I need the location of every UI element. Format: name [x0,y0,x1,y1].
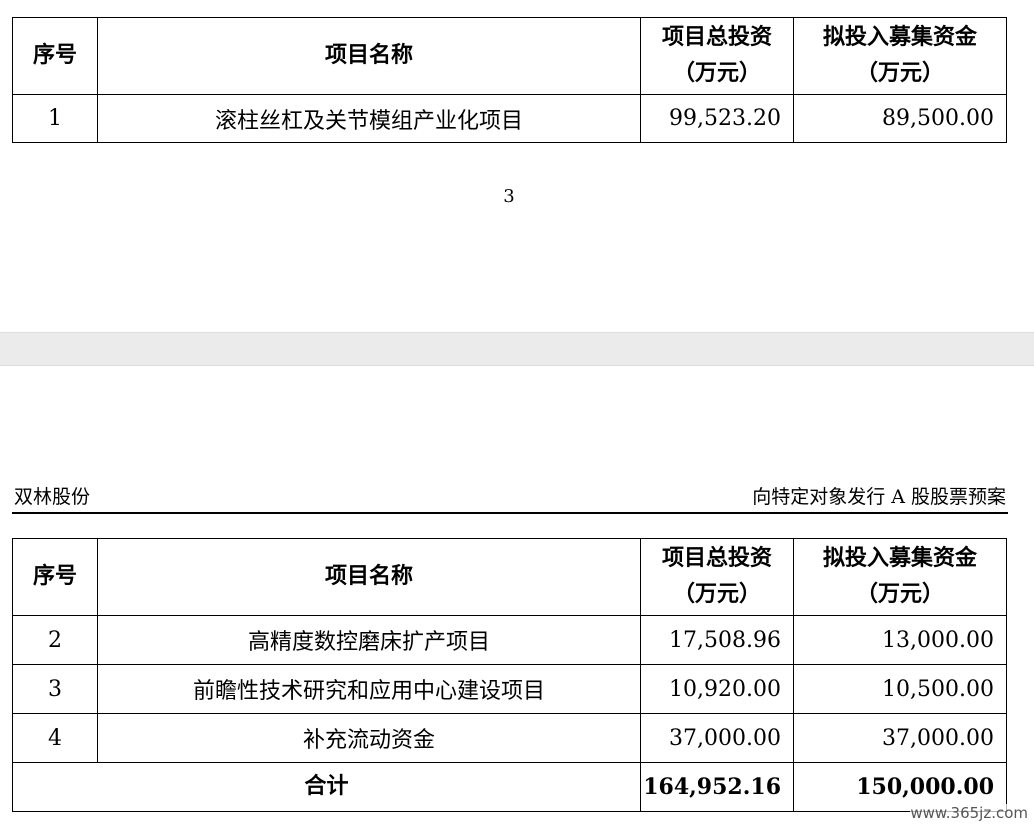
header-raise-line2: （万元） [855,61,944,86]
row-no: 4 [12,713,98,763]
row-name: 滚柱丝杠及关节模组产业化项目 [97,94,641,143]
row-name: 高精度数控磨床扩产项目 [97,615,641,665]
table-header-row: 序号 项目名称 项目总投资 （万元） 拟投入募集资金 （万元） [12,538,1007,616]
header-raise: 拟投入募集资金 （万元） [793,538,1007,616]
header-name: 项目名称 [97,538,641,616]
total-investment: 164,952.16 [640,762,794,812]
header-total: 项目总投资 （万元） [640,17,794,95]
row-raise: 37,000.00 [793,713,1007,763]
page-gap [0,332,1034,366]
header-name: 项目名称 [97,17,641,95]
row-raise: 10,500.00 [793,664,1007,714]
row-name: 前瞻性技术研究和应用中心建设项目 [97,664,641,714]
table-row: 2 高精度数控磨床扩产项目 17,508.96 13,000.00 [12,615,1007,665]
page-header: 双林股份 向特定对象发行 A 股股票预案 [12,482,1008,514]
page-2: 双林股份 向特定对象发行 A 股股票预案 序号 项目名称 项目总投资 （万元） … [0,366,1034,826]
header-total-line1: 项目总投资 [661,25,772,50]
table-row: 1 滚柱丝杠及关节模组产业化项目 99,523.20 89,500.00 [12,94,1007,143]
company-name: 双林股份 [14,486,91,508]
row-raise: 89,500.00 [793,94,1007,143]
total-row: 合计 164,952.16 150,000.00 [12,762,1007,812]
watermark: www.365jz.com [910,804,1028,822]
header-total-line2: （万元） [672,61,761,86]
header-no: 序号 [12,538,98,616]
row-total: 10,920.00 [640,664,794,714]
header-raise-line1: 拟投入募集资金 [822,546,977,571]
row-total: 17,508.96 [640,615,794,665]
table-row: 3 前瞻性技术研究和应用中心建设项目 10,920.00 10,500.00 [12,664,1007,714]
row-no: 2 [12,615,98,665]
header-raise: 拟投入募集资金 （万元） [793,17,1007,95]
row-total: 37,000.00 [640,713,794,763]
header-raise-line1: 拟投入募集资金 [822,25,977,50]
header-no: 序号 [12,17,98,95]
row-name: 补充流动资金 [97,713,641,763]
header-total-line1: 项目总投资 [661,546,772,571]
header-raise-line2: （万元） [855,582,944,607]
document-title: 向特定对象发行 A 股股票预案 [752,486,1006,508]
total-label: 合计 [12,762,641,812]
investment-table-page1: 序号 项目名称 项目总投资 （万元） 拟投入募集资金 （万元） 1 滚柱丝杠及关… [12,17,1007,143]
row-no: 1 [12,94,98,143]
row-total: 99,523.20 [640,94,794,143]
row-no: 3 [12,664,98,714]
page-1: 序号 项目名称 项目总投资 （万元） 拟投入募集资金 （万元） 1 滚柱丝杠及关… [0,0,1034,332]
investment-table-page2: 序号 项目名称 项目总投资 （万元） 拟投入募集资金 （万元） 2 高精度数控磨… [12,538,1007,812]
page-number: 3 [503,186,515,207]
header-total: 项目总投资 （万元） [640,538,794,616]
header-total-line2: （万元） [672,582,761,607]
table-header-row: 序号 项目名称 项目总投资 （万元） 拟投入募集资金 （万元） [12,17,1007,95]
row-raise: 13,000.00 [793,615,1007,665]
table-row: 4 补充流动资金 37,000.00 37,000.00 [12,713,1007,763]
